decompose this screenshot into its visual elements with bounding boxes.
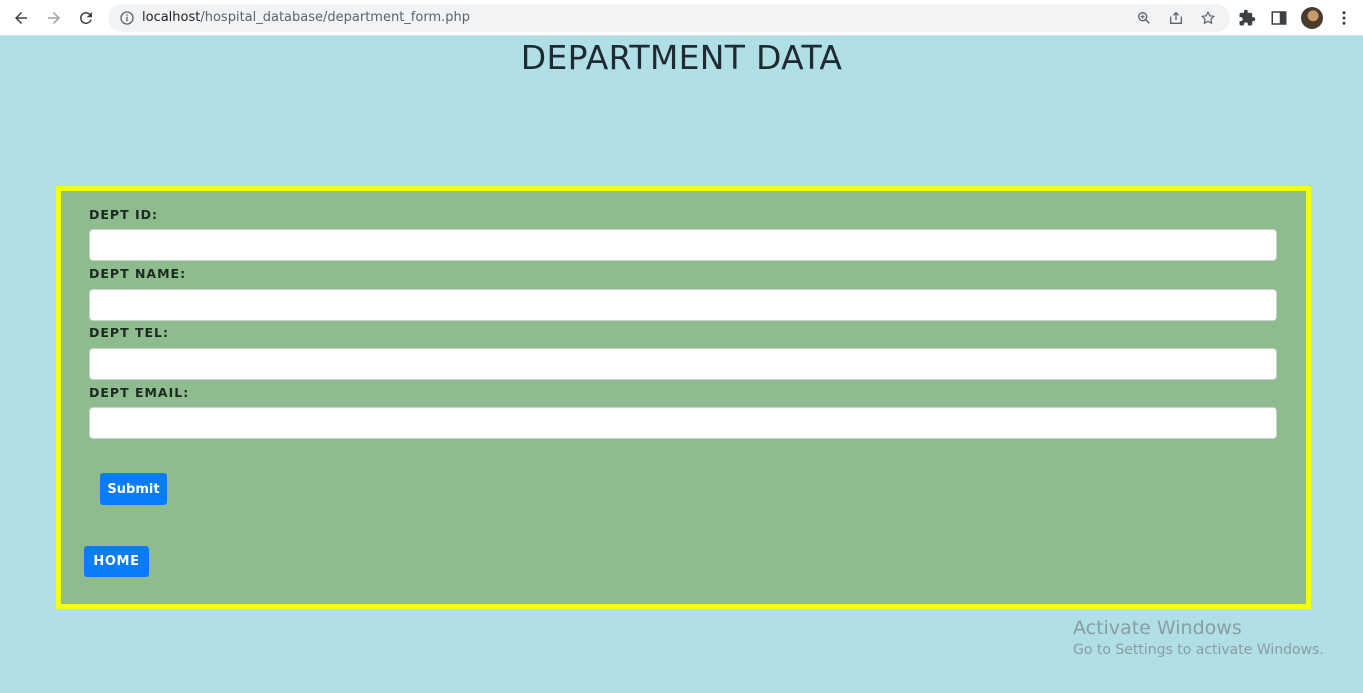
page-title: DEPARTMENT DATA xyxy=(520,38,843,77)
share-icon[interactable] xyxy=(1168,10,1184,26)
page-content: DEPARTMENT DATA DEPT ID: DEPT NAME: DEPT… xyxy=(0,36,1363,693)
department-form: DEPT ID: DEPT NAME: DEPT TEL: DEPT EMAIL… xyxy=(56,186,1311,609)
side-panel-icon[interactable] xyxy=(1270,9,1288,27)
activate-windows-subtitle: Go to Settings to activate Windows. xyxy=(1073,642,1324,658)
url-text[interactable]: localhost/hospital_database/department_f… xyxy=(142,10,470,26)
address-bar[interactable]: localhost/hospital_database/department_f… xyxy=(108,4,1230,32)
activate-windows-title: Activate Windows xyxy=(1073,617,1242,639)
dept-id-input[interactable] xyxy=(89,229,1277,261)
back-arrow-icon xyxy=(15,12,27,24)
dept-id-label: DEPT ID: xyxy=(89,207,158,222)
dept-email-input[interactable] xyxy=(89,407,1277,439)
zoom-icon[interactable] xyxy=(1136,10,1152,26)
reload-icon xyxy=(79,11,92,24)
url-host: localhost xyxy=(142,10,201,25)
forward-arrow-icon xyxy=(48,12,60,24)
url-path: /hospital_database/department_form.php xyxy=(200,10,470,25)
browser-toolbar: localhost/hospital_database/department_f… xyxy=(0,0,1363,36)
menu-dots-icon[interactable] xyxy=(1335,9,1353,27)
dept-name-input[interactable] xyxy=(89,289,1277,321)
dept-name-label: DEPT NAME: xyxy=(89,266,187,281)
dept-tel-input[interactable] xyxy=(89,348,1277,380)
info-icon[interactable] xyxy=(119,10,135,26)
profile-avatar[interactable] xyxy=(1301,7,1323,29)
extensions-icon[interactable] xyxy=(1238,9,1256,27)
home-button[interactable]: HOME xyxy=(84,546,149,577)
dept-tel-label: DEPT TEL: xyxy=(89,325,169,340)
bookmark-star-icon[interactable] xyxy=(1200,10,1216,26)
back-button[interactable] xyxy=(9,6,33,30)
forward-button[interactable] xyxy=(42,6,66,30)
dept-email-label: DEPT EMAIL: xyxy=(89,385,190,400)
reload-button[interactable] xyxy=(74,6,98,30)
submit-button[interactable]: Submit xyxy=(100,473,167,505)
